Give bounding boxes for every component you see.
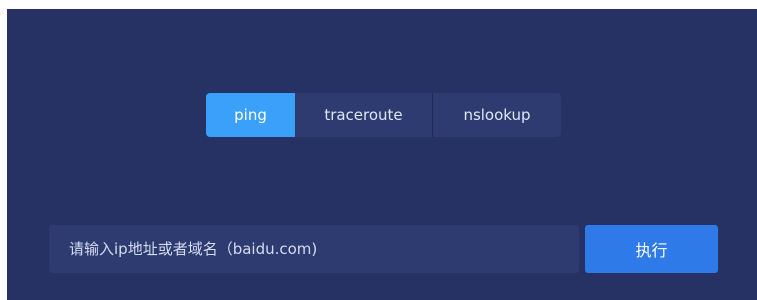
tab-ping[interactable]: ping (206, 93, 295, 137)
tab-nslookup[interactable]: nslookup (433, 93, 561, 137)
address-input-container (49, 225, 579, 273)
tool-tabs: ping traceroute nslookup (206, 93, 561, 137)
network-tool-panel: ping traceroute nslookup 执行 (7, 9, 757, 300)
address-input[interactable] (49, 225, 579, 273)
execute-button[interactable]: 执行 (585, 225, 718, 273)
tab-traceroute[interactable]: traceroute (295, 93, 433, 137)
